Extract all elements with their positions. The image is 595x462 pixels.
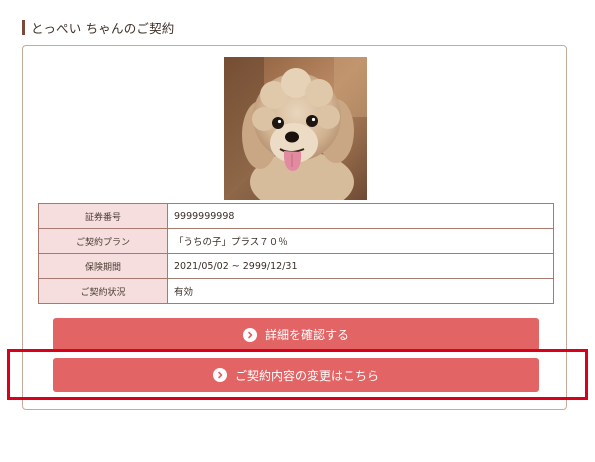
row-value: 有効 [167, 278, 554, 304]
table-row: 証券番号 9999999998 [38, 203, 554, 229]
change-contract-label: ご契約内容の変更はこちら [234, 368, 379, 383]
row-value: 「うちの子」プラス７０％ [167, 228, 554, 254]
row-value: 2021/05/02 ~ 2999/12/31 [167, 253, 554, 279]
chevron-right-circle-icon [242, 327, 257, 342]
row-label: 保険期間 [38, 253, 168, 279]
contract-page: とっぺい ちゃんのご契約 証券番号 9999999998 ご契約プラン 「うちの… [0, 0, 595, 462]
table-row: ご契約プラン 「うちの子」プラス７０％ [38, 228, 554, 254]
table-row: 保険期間 2021/05/02 ~ 2999/12/31 [38, 253, 554, 279]
contract-info-table: 証券番号 9999999998 ご契約プラン 「うちの子」プラス７０％ 保険期間… [38, 203, 554, 304]
chevron-right-circle-icon [212, 368, 227, 382]
section-heading: とっぺい ちゃんのご契約 [22, 18, 175, 36]
view-details-label: 詳細を確認する [264, 328, 349, 342]
table-row: ご契約状況 有効 [38, 278, 554, 304]
pet-photo [224, 57, 367, 200]
row-label: 証券番号 [38, 203, 168, 229]
row-label: ご契約プラン [38, 228, 168, 254]
heading-accent-bar [22, 19, 25, 35]
change-contract-button[interactable]: ご契約内容の変更はこちら [53, 358, 539, 392]
contract-card: 証券番号 9999999998 ご契約プラン 「うちの子」プラス７０％ 保険期間… [22, 45, 567, 410]
view-details-button[interactable]: 詳細を確認する [53, 318, 539, 351]
page-title: とっぺい ちゃんのご契約 [31, 20, 175, 36]
row-label: ご契約状況 [38, 278, 168, 304]
row-value: 9999999998 [167, 203, 554, 229]
